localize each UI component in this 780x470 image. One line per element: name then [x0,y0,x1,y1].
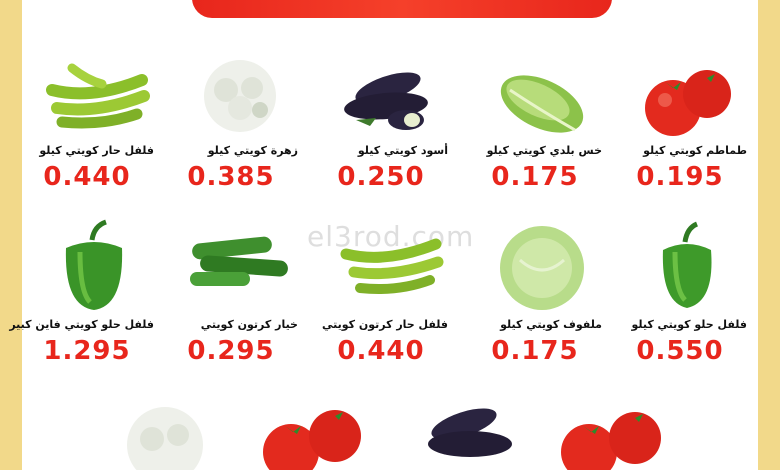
product-name: ملفوف كويتي كيلو [500,318,602,331]
lettuce-icon [500,75,584,133]
offer-card: طماطم كويتي كيلو 0.195 خس بلدي كويتي كيل… [9,0,758,470]
product-price: 0.175 [480,336,590,366]
product-name: خس بلدي كويتي كيلو [486,144,602,157]
product-name: خيار كرتون كويتي [200,318,298,331]
cabbage-icon [500,226,584,310]
offer-banner [192,0,612,18]
product-cucumber[interactable]: خيار كرتون كويتي 0.295 [156,220,306,370]
cauliflower-icon [204,60,276,132]
product-lettuce[interactable]: خس بلدي كويتي كيلو 0.175 [460,60,610,210]
product-name: فلفل حلو كويتي كيلو [631,318,747,331]
green-bell-pepper-icon [65,219,123,310]
product-price: 0.295 [176,336,286,366]
product-hot-pepper[interactable]: فلفل حار كويتي كيلو 0.440 [12,60,162,210]
product-price: 0.175 [480,162,590,192]
product-name: أسود كويتي كيلو [357,144,448,157]
cucumber-icon [190,236,288,286]
product-sweet-pepper[interactable]: فلفل حلو كويتي كيلو 0.550 [605,220,755,370]
product-cabbage[interactable]: ملفوف كويتي كيلو 0.175 [460,220,610,370]
eggplant-icon [344,72,428,130]
tomato-icon [263,410,361,470]
tomato-icon [645,70,731,136]
eggplant-icon [428,408,512,457]
product-price: 0.250 [326,162,436,192]
product-cauliflower[interactable]: زهرة كويتي كيلو 0.385 [156,60,306,210]
product-name: طماطم كويتي كيلو [643,144,747,157]
product-sweet-pepper-large[interactable]: فلفل حلو كويتي فاين كبير 1.295 [9,219,162,370]
product-price: 0.440 [32,162,142,192]
chili-pepper-icon [340,238,444,294]
product-price: 0.195 [625,162,735,192]
chili-pepper-icon [46,63,150,129]
product-name: فلفل حار كرتون كويتي [321,318,448,331]
green-bell-pepper-icon [662,221,712,308]
product-name: فلفل حلو كويتي فاين كبير [9,318,154,331]
product-price: 0.550 [625,336,735,366]
product-price: 1.295 [32,336,142,366]
product-price: 0.440 [326,336,436,366]
product-price: 0.385 [176,162,286,192]
product-name: زهرة كويتي كيلو [207,144,298,157]
product-tomato[interactable]: طماطم كويتي كيلو 0.195 [605,60,755,210]
cauliflower-icon [127,407,203,470]
product-name: فلفل حار كويتي كيلو [39,144,154,157]
product-hot-pepper-carton[interactable]: فلفل حار كرتون كويتي 0.440 [306,220,456,370]
product-eggplant[interactable]: أسود كويتي كيلو 0.250 [306,60,456,210]
tomato-icon [561,412,661,470]
